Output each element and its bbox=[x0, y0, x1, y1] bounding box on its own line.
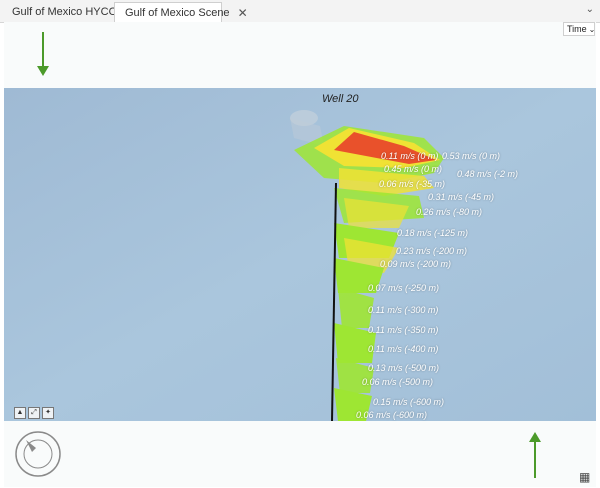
velocity-label: 0.06 m/s (-35 m) bbox=[379, 179, 446, 189]
velocity-label: 0.31 m/s (-45 m) bbox=[428, 192, 495, 202]
compass-icon[interactable] bbox=[14, 430, 64, 480]
velocity-label: 0.45 m/s (0 m) bbox=[384, 164, 443, 174]
tab-gulf-of-mexico-hycom[interactable]: Gulf of Mexico HYCOM bbox=[2, 2, 126, 22]
velocity-label: 0.11 m/s (-350 m) bbox=[368, 325, 439, 335]
time-dropdown[interactable]: Time ⌄ bbox=[563, 22, 595, 36]
navigation-controls: ▲ ⤢ ✦ bbox=[14, 407, 54, 419]
velocity-label: 0.09 m/s (-200 m) bbox=[380, 259, 452, 269]
velocity-label: 0.15 m/s (-600 m) bbox=[373, 397, 445, 407]
velocity-label: 0.11 m/s (-300 m) bbox=[368, 305, 439, 315]
velocity-label: 0.11 m/s (-400 m) bbox=[368, 344, 439, 354]
velocity-label: 0.48 m/s (-2 m) bbox=[457, 169, 519, 179]
scene-top-area bbox=[4, 22, 596, 88]
velocity-label: 0.13 m/s (-500 m) bbox=[368, 363, 440, 373]
velocity-label: 0.23 m/s (-200 m) bbox=[396, 246, 468, 256]
time-dropdown-value: Time bbox=[567, 24, 587, 34]
velocity-label: 0.26 m/s (-80 m) bbox=[416, 207, 483, 217]
pan-up-icon[interactable]: ▲ bbox=[14, 407, 26, 419]
tab-label: Gulf of Mexico HYCOM bbox=[12, 6, 127, 18]
tab-label: Gulf of Mexico Scene bbox=[125, 7, 230, 19]
up-arrow-icon bbox=[529, 432, 541, 478]
close-icon[interactable]: ✕ bbox=[238, 6, 248, 20]
down-arrow-icon bbox=[37, 32, 49, 76]
map-overview-icon[interactable]: ▦ bbox=[579, 470, 590, 484]
velocity-label: 0.06 m/s (-600 m) bbox=[356, 410, 428, 420]
full-extent-icon[interactable]: ⤢ bbox=[28, 407, 40, 419]
scene-viewport[interactable]: Well 20 0.11 m/s (0 m) 0.53 m/s (0 m) 0.… bbox=[4, 88, 596, 421]
velocity-label: 0.07 m/s (-250 m) bbox=[368, 283, 440, 293]
tab-gulf-of-mexico-scene[interactable]: Gulf of Mexico Scene ✕ bbox=[114, 2, 248, 23]
velocity-label: 0.53 m/s (0 m) bbox=[442, 151, 501, 161]
velocity-profile-graphic: Well 20 bbox=[4, 88, 596, 421]
velocity-label: 0.11 m/s (0 m) bbox=[381, 151, 439, 161]
well-label: Well 20 bbox=[322, 93, 359, 105]
velocity-label: 0.06 m/s (-500 m) bbox=[362, 377, 434, 387]
chevron-down-icon[interactable]: ⌄ bbox=[586, 4, 594, 15]
navigation-mode-icon[interactable]: ✦ bbox=[42, 407, 54, 419]
velocity-label: 0.18 m/s (-125 m) bbox=[397, 228, 469, 238]
tab-bar: Gulf of Mexico HYCOM Gulf of Mexico Scen… bbox=[0, 0, 600, 23]
scene-bottom-area bbox=[4, 421, 596, 487]
chevron-down-icon: ⌄ bbox=[588, 24, 596, 34]
